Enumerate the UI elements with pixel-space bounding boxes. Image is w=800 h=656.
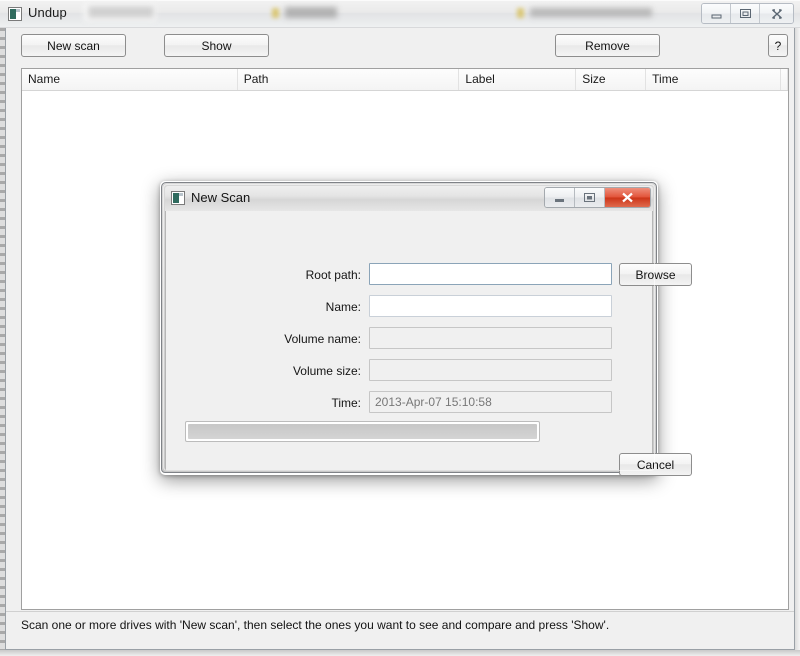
dialog-icon-dot <box>179 193 183 196</box>
cancel-button[interactable]: Cancel <box>619 453 692 476</box>
main-window: Undup New scan Show Remove ? Name Path L… <box>0 0 800 656</box>
window-title: Undup <box>28 5 67 20</box>
blurred-text-3 <box>530 8 652 17</box>
blurred-text-1 <box>88 6 154 18</box>
time-input <box>369 391 612 413</box>
column-header-name[interactable]: Name <box>22 69 238 90</box>
new-scan-dialog: New Scan Root path: Browse Name: Volume … <box>161 182 692 476</box>
dialog-title: New Scan <box>191 190 251 205</box>
dialog-window-controls <box>544 187 651 208</box>
root-path-input[interactable] <box>369 263 612 285</box>
close-icon <box>771 8 782 19</box>
window-controls <box>701 3 794 24</box>
status-message: Scan one or more drives with 'New scan',… <box>21 618 610 632</box>
column-header-time[interactable]: Time <box>646 69 781 90</box>
show-button[interactable]: Show <box>164 34 269 57</box>
lock-icon-blurred-2 <box>517 8 524 18</box>
column-header-label[interactable]: Label <box>459 69 577 90</box>
maximize-button[interactable] <box>731 4 760 23</box>
toolbar: New scan Show Remove ? <box>6 28 794 62</box>
new-scan-button[interactable]: New scan <box>21 34 126 57</box>
name-input[interactable] <box>369 295 612 317</box>
app-icon <box>8 7 22 21</box>
status-bar: Scan one or more drives with 'New scan',… <box>6 611 794 649</box>
minimize-icon <box>711 14 721 18</box>
render-artifact <box>562 595 742 608</box>
close-button[interactable] <box>760 4 793 23</box>
label-volume-size: Volume size: <box>292 364 361 378</box>
remove-button[interactable]: Remove <box>555 34 660 57</box>
window-right-frame <box>795 28 800 650</box>
minimize-button[interactable] <box>702 4 731 23</box>
dialog-minimize-button[interactable] <box>545 188 575 207</box>
browse-button[interactable]: Browse <box>619 263 692 286</box>
volume-name-input <box>369 327 612 349</box>
restore-icon <box>739 9 751 18</box>
label-time: Time: <box>331 396 361 410</box>
column-header-filler <box>781 69 788 90</box>
dialog-body: Root path: Browse Name: Volume name: Vol… <box>165 211 692 476</box>
volume-size-input <box>369 359 612 381</box>
label-volume-name: Volume name: <box>284 332 361 346</box>
column-header-path[interactable]: Path <box>238 69 460 90</box>
dialog-maximize-button[interactable] <box>575 188 605 207</box>
dialog-app-icon <box>171 191 185 205</box>
main-titlebar[interactable]: Undup <box>0 0 800 28</box>
dialog-titlebar[interactable]: New Scan <box>165 186 653 211</box>
minimize-icon <box>555 198 564 202</box>
app-icon-dot <box>16 9 20 12</box>
scan-progress-bar <box>185 421 540 442</box>
window-bottom-frame <box>0 650 800 656</box>
progress-track <box>188 424 537 439</box>
label-name: Name: <box>325 300 361 314</box>
restore-icon <box>584 193 595 202</box>
dialog-close-button[interactable] <box>605 188 650 207</box>
label-root-path: Root path: <box>305 268 361 282</box>
list-header-row: Name Path Label Size Time <box>22 69 788 91</box>
titlebar-highlight <box>0 0 800 1</box>
blurred-text-2 <box>285 7 337 18</box>
column-header-size[interactable]: Size <box>576 69 647 90</box>
close-icon <box>622 192 633 203</box>
help-button[interactable]: ? <box>768 34 788 57</box>
lock-icon-blurred-1 <box>272 8 279 18</box>
